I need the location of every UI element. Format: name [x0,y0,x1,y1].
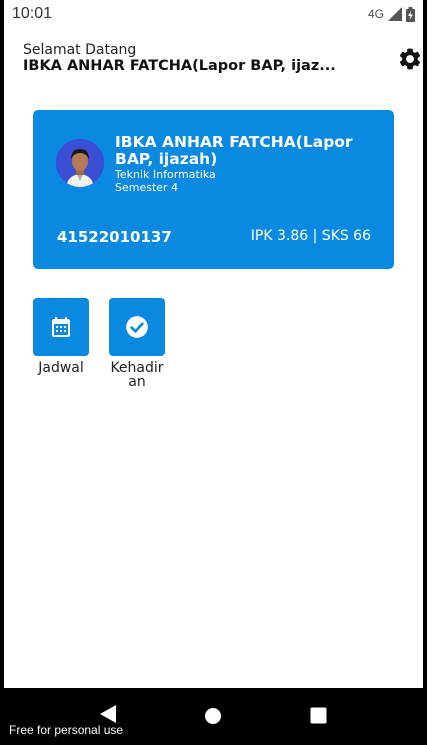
calendar-icon [52,317,70,337]
menu-tile[interactable] [33,298,89,356]
welcome-text: Selamat Datang [23,42,137,58]
network-type: 4G [367,7,384,21]
header: Selamat Datang IBKA ANHAR FATCHA(Lapor B… [23,42,423,82]
menu-label: Kehadiran [110,360,164,390]
watermark-text: Free for personal use [9,723,124,737]
status-bar: 10:01 4G [4,0,423,28]
student-semester: Semester 4 [115,181,179,194]
header-user-name: IBKA ANHAR FATCHA(Lapor BAP, ijaz... [23,58,336,74]
student-card: IBKA ANHAR FATCHA(Lapor BAP, ijazah) Tek… [33,110,394,269]
back-icon[interactable] [99,704,117,724]
student-nim: 41522010137 [57,228,172,246]
signal-icon [388,7,402,21]
check-circle-icon [126,316,148,338]
student-major: Teknik Informatika [115,168,216,181]
recents-icon[interactable] [310,707,327,724]
menu-grid: Jadwal Kehadiran [33,298,165,389]
menu-tile[interactable] [109,298,165,356]
battery-icon [406,6,415,22]
app-screen: 10:01 4G Selamat Datang IBKA ANHAR FATCH… [0,0,427,688]
settings-gear-icon[interactable] [397,46,423,72]
menu-item-kehadiran[interactable]: Kehadiran [109,298,165,389]
menu-item-jadwal[interactable]: Jadwal [33,298,89,389]
home-icon[interactable] [204,707,222,725]
status-icons: 4G [367,6,415,22]
student-name: IBKA ANHAR FATCHA(Lapor BAP, ijazah) [115,133,353,168]
avatar [56,139,104,187]
status-time: 10:01 [12,5,53,22]
profile-photo-icon [56,139,104,187]
menu-label: Jadwal [38,360,84,376]
student-stats: IPK 3.86 | SKS 66 [250,228,371,244]
